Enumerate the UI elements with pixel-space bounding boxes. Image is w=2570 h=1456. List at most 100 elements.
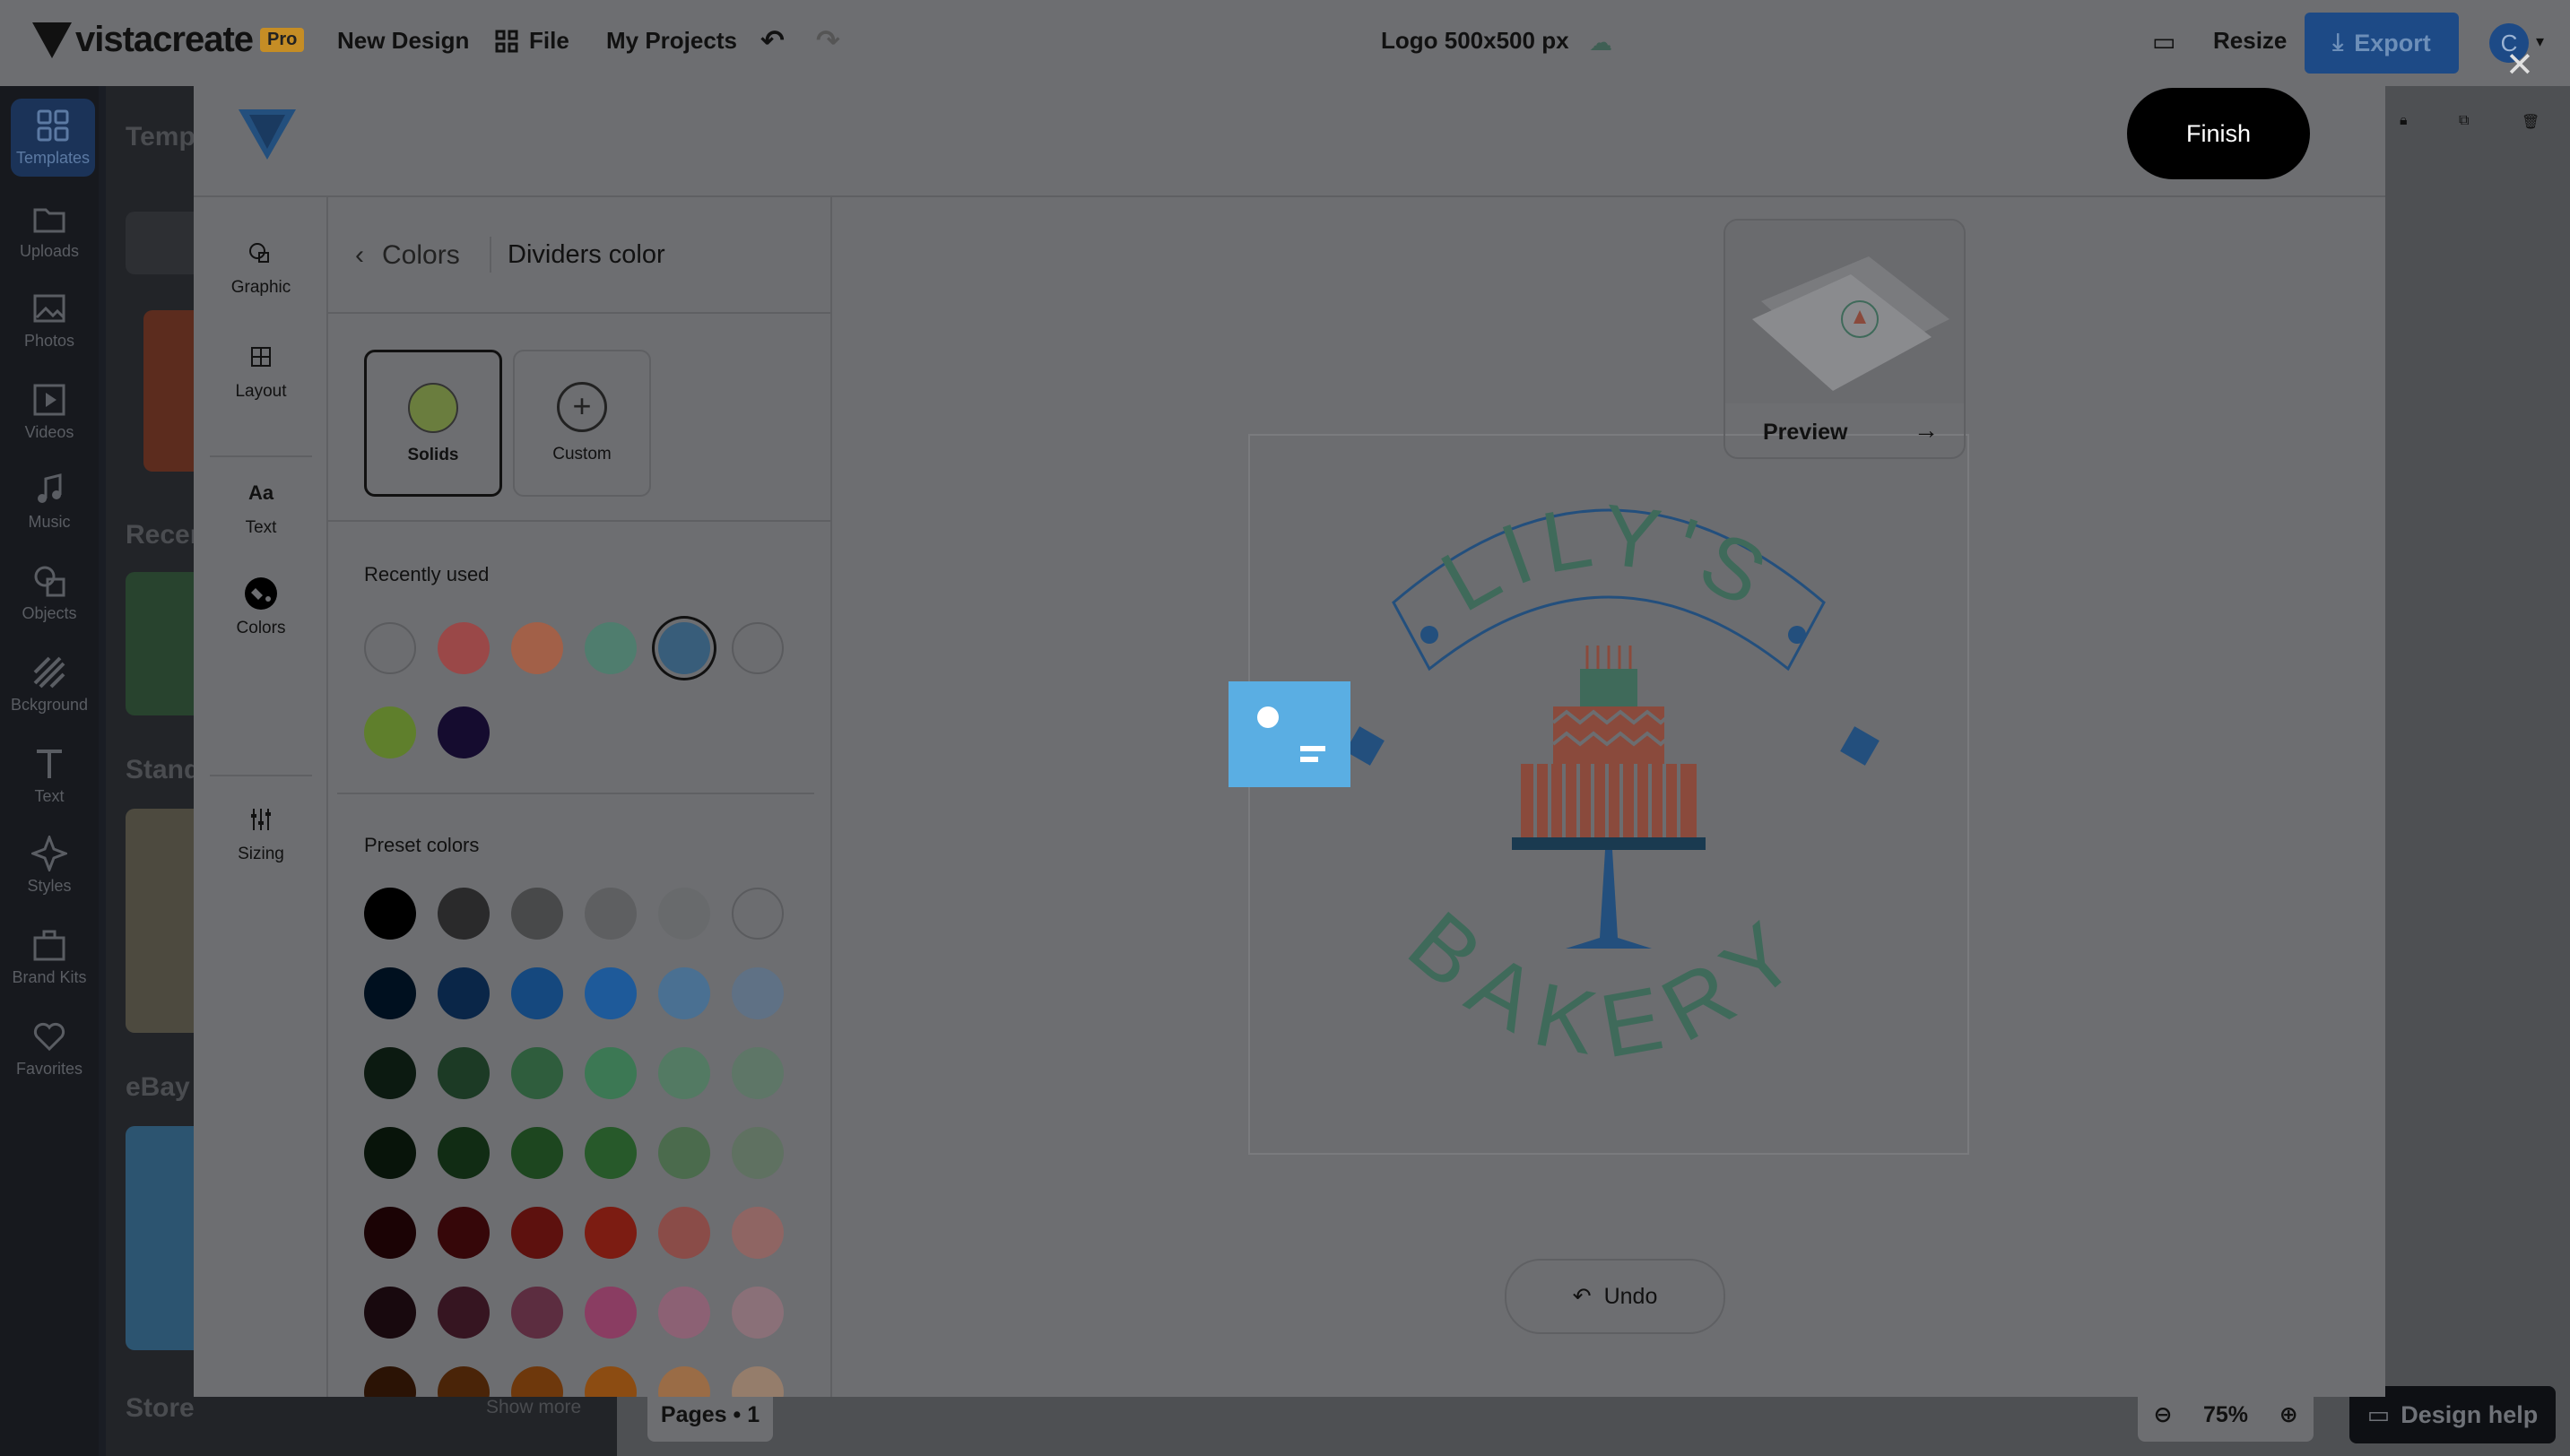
preset-color-swatch[interactable] xyxy=(511,1047,563,1099)
tool-graphic[interactable]: Graphic xyxy=(194,237,328,298)
preset-color-swatch[interactable] xyxy=(364,1127,416,1179)
preset-color-swatch[interactable] xyxy=(658,1207,710,1259)
nav-music[interactable]: Music xyxy=(0,472,99,532)
preset-color-swatch[interactable] xyxy=(511,1207,563,1259)
undo-button[interactable]: ↶ Undo xyxy=(1505,1259,1725,1334)
resize-button[interactable]: Resize xyxy=(2213,27,2287,55)
preset-color-swatch[interactable] xyxy=(438,888,490,940)
recent-color-swatch[interactable] xyxy=(364,622,416,674)
preset-color-swatch[interactable] xyxy=(511,1287,563,1339)
preset-color-swatch[interactable] xyxy=(732,1127,784,1179)
preset-color-swatch[interactable] xyxy=(364,1287,416,1339)
vistacreate-logo-icon xyxy=(32,22,72,58)
document-title[interactable]: Logo 500x500 px xyxy=(1381,27,1569,55)
preset-color-swatch[interactable] xyxy=(585,967,637,1019)
export-button[interactable]: ⤓ Export xyxy=(2305,13,2459,74)
redo-icon[interactable]: ↷ xyxy=(816,23,840,57)
preset-color-swatch[interactable] xyxy=(438,1047,490,1099)
preset-color-swatch[interactable] xyxy=(364,967,416,1019)
preset-color-swatch[interactable] xyxy=(585,888,637,940)
plus-icon: + xyxy=(557,382,607,432)
tool-layout[interactable]: Layout xyxy=(194,341,328,402)
nav-uploads[interactable]: Uploads xyxy=(0,201,99,261)
my-projects-menu[interactable]: My Projects xyxy=(606,27,737,55)
preset-color-swatch[interactable] xyxy=(364,1207,416,1259)
nav-photos[interactable]: Photos xyxy=(0,290,99,351)
preview-card[interactable]: Preview → xyxy=(1723,219,1966,459)
finish-button[interactable]: Finish xyxy=(2127,88,2310,179)
nav-label: Bckground xyxy=(10,696,89,714)
comment-icon[interactable]: ▭ xyxy=(2152,27,2175,56)
preset-color-swatch[interactable] xyxy=(658,1127,710,1179)
lock-icon[interactable]: 🔒︎ xyxy=(2400,113,2408,129)
logo-design-canvas[interactable]: LILY'S BAKERY xyxy=(1248,434,1969,1155)
preset-color-swatch[interactable] xyxy=(658,1287,710,1339)
chevron-down-icon[interactable]: ▾ xyxy=(2536,32,2544,51)
nav-styles[interactable]: Styles xyxy=(0,836,99,896)
preset-color-swatch[interactable] xyxy=(732,1047,784,1099)
trash-icon[interactable]: 🗑︎ xyxy=(2522,113,2540,131)
preset-color-swatch[interactable] xyxy=(585,1207,637,1259)
background-icon xyxy=(33,656,65,689)
recent-color-swatch[interactable] xyxy=(732,622,784,674)
recent-color-swatch[interactable] xyxy=(511,622,563,674)
preset-color-swatch[interactable] xyxy=(438,1366,490,1397)
nav-templates[interactable]: Templates xyxy=(11,99,95,177)
preset-color-swatch[interactable] xyxy=(438,1207,490,1259)
graphic-icon xyxy=(249,243,269,263)
undo-icon[interactable]: ↶ xyxy=(760,23,785,57)
brand-logo[interactable]: vistacreate Pro xyxy=(32,20,305,60)
tool-text[interactable]: Aa Text xyxy=(194,477,328,538)
nav-brand-kits[interactable]: Brand Kits xyxy=(0,927,99,987)
preset-color-swatch[interactable] xyxy=(364,1047,416,1099)
preset-color-swatch[interactable] xyxy=(511,1366,563,1397)
drag-handle[interactable] xyxy=(1229,681,1350,787)
tool-rail: Graphic Layout Aa Text Colors Sizing xyxy=(194,197,328,1397)
recent-color-swatch[interactable] xyxy=(438,622,490,674)
zoom-in-icon[interactable]: ⊕ xyxy=(2279,1401,2298,1428)
preset-color-swatch[interactable] xyxy=(732,967,784,1019)
preset-color-swatch[interactable] xyxy=(511,1127,563,1179)
recent-color-swatch[interactable] xyxy=(438,706,490,758)
tab-custom[interactable]: + Custom xyxy=(513,350,651,497)
tool-sizing[interactable]: Sizing xyxy=(194,803,328,864)
preset-color-swatch[interactable] xyxy=(364,1366,416,1397)
nav-favorites[interactable]: Favorites xyxy=(0,1018,99,1079)
preset-color-swatch[interactable] xyxy=(658,1366,710,1397)
design-help-label: Design help xyxy=(2401,1400,2539,1428)
preset-color-swatch[interactable] xyxy=(585,1287,637,1339)
preset-color-swatch[interactable] xyxy=(438,1287,490,1339)
nav-objects[interactable]: Objects xyxy=(0,563,99,623)
preset-color-swatch[interactable] xyxy=(511,888,563,940)
tool-colors[interactable]: Colors xyxy=(194,577,328,638)
recent-color-swatch[interactable] xyxy=(658,622,710,674)
preset-color-swatch[interactable] xyxy=(732,1287,784,1339)
panel-title: Temp xyxy=(126,122,195,152)
tab-solids[interactable]: Solids xyxy=(364,350,502,497)
close-icon[interactable]: ✕ xyxy=(2505,45,2534,85)
preset-color-swatch[interactable] xyxy=(438,1127,490,1179)
preset-color-swatch[interactable] xyxy=(511,967,563,1019)
nav-videos[interactable]: Videos xyxy=(0,382,99,442)
preset-color-swatch[interactable] xyxy=(732,888,784,940)
nav-background[interactable]: Bckground xyxy=(0,654,99,715)
recent-color-swatch[interactable] xyxy=(364,706,416,758)
nav-text[interactable]: Text xyxy=(0,746,99,806)
preset-color-swatch[interactable] xyxy=(732,1207,784,1259)
duplicate-icon[interactable]: ⧉ xyxy=(2459,113,2469,129)
preset-color-swatch[interactable] xyxy=(438,967,490,1019)
preset-color-swatch[interactable] xyxy=(658,1047,710,1099)
zoom-out-icon[interactable]: ⊖ xyxy=(2153,1401,2172,1428)
preset-color-swatch[interactable] xyxy=(585,1366,637,1397)
preset-color-swatch[interactable] xyxy=(658,967,710,1019)
preset-color-swatch[interactable] xyxy=(732,1366,784,1397)
preset-color-swatch[interactable] xyxy=(585,1127,637,1179)
back-to-colors[interactable]: ‹ Colors xyxy=(355,240,460,271)
preset-color-swatch[interactable] xyxy=(585,1047,637,1099)
preset-color-swatch[interactable] xyxy=(364,888,416,940)
new-design-menu[interactable]: New Design xyxy=(337,27,469,55)
file-menu[interactable]: File xyxy=(495,27,569,55)
preset-color-swatch[interactable] xyxy=(658,888,710,940)
show-more-link[interactable]: Show more xyxy=(486,1397,581,1418)
recent-color-swatch[interactable] xyxy=(585,622,637,674)
